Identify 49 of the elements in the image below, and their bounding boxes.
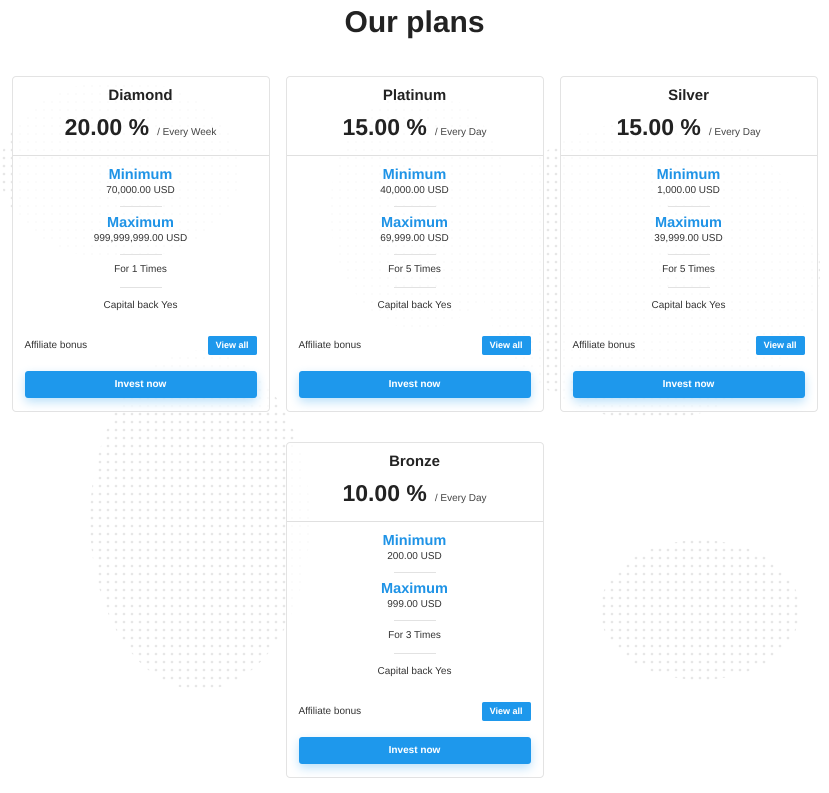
maximum-value: 999,999,999.00 USD	[92, 232, 188, 245]
times-text: For 1 Times	[113, 263, 168, 276]
plan-name: Diamond	[107, 87, 174, 105]
invest-now-button[interactable]: Invest now	[298, 371, 530, 398]
invest-now-button[interactable]: Invest now	[24, 371, 256, 398]
rate-period: / Every Week	[157, 126, 216, 140]
plan-name: Bronze	[388, 453, 441, 471]
rate-value: 15.00 %	[342, 113, 427, 141]
times-text: For 5 Times	[387, 263, 442, 276]
minimum-value: 200.00 USD	[386, 550, 443, 563]
times-text: For 5 Times	[661, 263, 716, 276]
capital-back-text: Capital back Yes	[102, 299, 178, 312]
maximum-label: Maximum	[106, 215, 175, 232]
capital-back-text: Capital back Yes	[376, 665, 452, 678]
view-all-button[interactable]: View all	[482, 702, 530, 721]
minimum-value: 70,000.00 USD	[105, 184, 176, 197]
minimum-value: 40,000.00 USD	[379, 184, 450, 197]
affiliate-bonus-label: Affiliate bonus	[24, 339, 88, 353]
plan-name: Platinum	[382, 87, 448, 105]
affiliate-bonus-label: Affiliate bonus	[572, 339, 636, 353]
page-title: Our plans	[343, 5, 486, 38]
minimum-label: Minimum	[656, 167, 722, 184]
rate-period: / Every Day	[434, 492, 487, 506]
affiliate-bonus-label: Affiliate bonus	[298, 339, 362, 353]
view-all-button[interactable]: View all	[208, 336, 256, 355]
maximum-value: 69,999.00 USD	[379, 232, 450, 245]
maximum-label: Maximum	[654, 215, 723, 232]
maximum-label: Maximum	[380, 215, 449, 232]
maximum-value: 39,999.00 USD	[653, 232, 724, 245]
minimum-label: Minimum	[108, 167, 174, 184]
invest-now-button[interactable]: Invest now	[298, 737, 530, 764]
affiliate-bonus-label: Affiliate bonus	[298, 705, 362, 719]
minimum-label: Minimum	[382, 167, 448, 184]
rate-period: / Every Day	[434, 126, 487, 140]
minimum-value: 1,000.00 USD	[656, 184, 721, 197]
minimum-label: Minimum	[382, 533, 448, 550]
rate-value: 10.00 %	[342, 479, 427, 507]
view-all-button[interactable]: View all	[482, 336, 530, 355]
rate-value: 15.00 %	[616, 113, 701, 141]
capital-back-text: Capital back Yes	[376, 299, 452, 312]
capital-back-text: Capital back Yes	[650, 299, 726, 312]
times-text: For 3 Times	[387, 629, 442, 642]
maximum-label: Maximum	[380, 581, 449, 598]
invest-now-button[interactable]: Invest now	[572, 371, 804, 398]
view-all-button[interactable]: View all	[756, 336, 804, 355]
rate-period: / Every Day	[708, 126, 761, 140]
rate-value: 20.00 %	[64, 113, 150, 141]
maximum-value: 999.00 USD	[386, 598, 443, 611]
plan-name: Silver	[667, 87, 710, 105]
